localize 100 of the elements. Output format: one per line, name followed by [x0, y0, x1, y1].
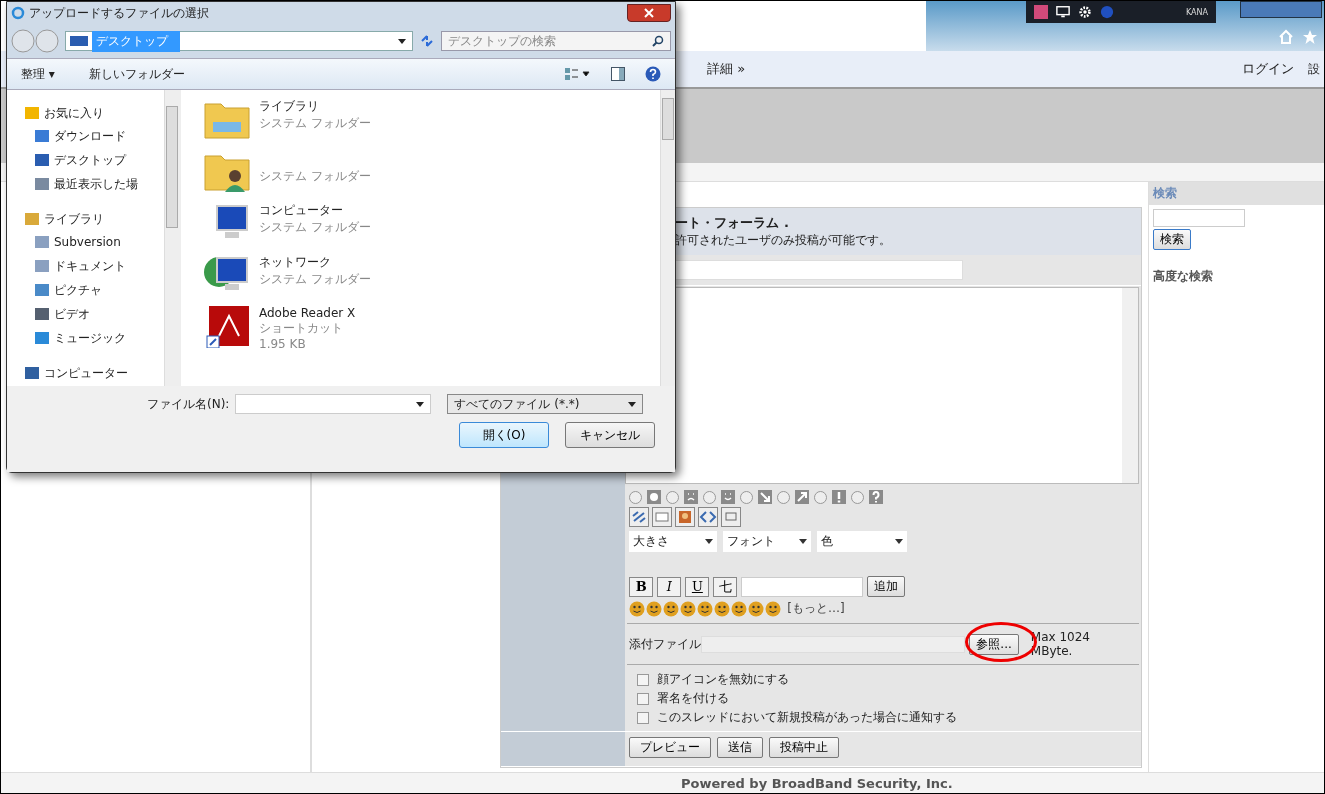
- window-controls[interactable]: [1240, 1, 1322, 18]
- plain-post-icon: [647, 490, 662, 504]
- smiley-icon[interactable]: [629, 600, 646, 617]
- smiley-icon[interactable]: [765, 600, 782, 617]
- format-button[interactable]: 七: [713, 576, 738, 597]
- advanced-search-link[interactable]: 高度な検索: [1153, 268, 1214, 285]
- smiley-icon[interactable]: [680, 600, 697, 617]
- nav-item[interactable]: ドキュメント: [25, 254, 164, 278]
- open-button[interactable]: 開く(O): [459, 422, 549, 448]
- nav-item[interactable]: Subversion: [25, 230, 164, 254]
- ime-mode-label[interactable]: KANA: [1185, 7, 1208, 17]
- file-name[interactable]: ライブラリ: [259, 98, 371, 115]
- smiley-icon[interactable]: [731, 600, 748, 617]
- file-name[interactable]: ネットワーク: [259, 254, 371, 271]
- checkbox[interactable]: [637, 673, 650, 686]
- help-icon[interactable]: [645, 66, 661, 82]
- form-button[interactable]: 送信: [717, 737, 764, 758]
- search-field[interactable]: [1153, 209, 1246, 227]
- nav-item[interactable]: ビデオ: [25, 302, 164, 326]
- option-label: 署名を付ける: [657, 690, 730, 707]
- file-detail: システム フォルダー: [259, 271, 371, 288]
- quote-button[interactable]: [721, 507, 742, 527]
- form-button[interactable]: プレビュー: [629, 737, 712, 758]
- nav-item[interactable]: ライブラリ: [25, 208, 164, 230]
- format-dropdown[interactable]: フォント: [723, 531, 812, 552]
- code-button[interactable]: [698, 507, 719, 527]
- favorites-star-icon[interactable]: [1302, 29, 1318, 45]
- home-icon[interactable]: [1278, 29, 1294, 45]
- format-button[interactable]: B: [629, 576, 654, 597]
- file-name-label: ファイル名(N):: [147, 395, 230, 413]
- nav-item[interactable]: お気に入り: [25, 102, 164, 124]
- file-name[interactable]: Adobe Reader X: [259, 306, 356, 320]
- attachment-label: 添付ファイル: [629, 635, 702, 653]
- picture-button[interactable]: [675, 507, 696, 527]
- close-icon: [644, 8, 654, 18]
- organize-menu[interactable]: 整理 ▾: [21, 65, 55, 83]
- file-detail: ショートカット: [259, 320, 344, 337]
- preview-pane-icon[interactable]: [611, 67, 625, 81]
- nav-item[interactable]: 最近表示した場: [25, 172, 164, 196]
- back-forward-icon[interactable]: [11, 29, 59, 53]
- nav-item[interactable]: コンピューター: [25, 362, 164, 384]
- smiley-icon[interactable]: [646, 600, 663, 617]
- settings-link[interactable]: 設: [1308, 60, 1320, 78]
- smiley-icon[interactable]: [697, 600, 714, 617]
- option-label: 顔アイコンを無効にする: [657, 671, 790, 688]
- view-options-icon[interactable]: [565, 67, 591, 81]
- scrollbar[interactable]: [164, 90, 179, 386]
- smiley-icon[interactable]: [714, 600, 731, 617]
- down-post-icon: [758, 490, 773, 504]
- file-name[interactable]: コンピューター: [259, 202, 371, 219]
- post-icon-radio[interactable]: [814, 490, 828, 504]
- cancel-button[interactable]: キャンセル: [565, 422, 655, 448]
- close-button[interactable]: [627, 4, 671, 22]
- up-post-icon: [795, 490, 810, 504]
- post-icon-radio[interactable]: [629, 490, 643, 504]
- file-name-field[interactable]: [235, 394, 432, 414]
- post-icon-radio[interactable]: [740, 490, 754, 504]
- nav-item[interactable]: ダウンロード: [25, 124, 164, 148]
- login-link[interactable]: ログイン: [1242, 60, 1294, 78]
- search-button[interactable]: 検索: [1153, 229, 1192, 250]
- search-field[interactable]: デスクトップの検索: [441, 31, 671, 51]
- more-smileys-link[interactable]: [もっと…]: [787, 600, 845, 617]
- post-icon-radio[interactable]: [666, 490, 680, 504]
- format-button[interactable]: U: [685, 576, 710, 597]
- browse-button[interactable]: 参照...: [969, 633, 1019, 655]
- link-button[interactable]: [629, 507, 650, 527]
- search-icon: [652, 35, 664, 47]
- pdf-shortcut-icon[interactable]: [203, 304, 251, 348]
- post-icon-radio[interactable]: [703, 490, 717, 504]
- file-detail: システム フォルダー: [259, 168, 371, 185]
- format-dropdown[interactable]: 大きさ: [629, 531, 718, 552]
- post-icon-radio[interactable]: [777, 490, 791, 504]
- add-button[interactable]: 追加: [867, 576, 906, 597]
- monitor-icon[interactable]: [1056, 5, 1070, 19]
- dialog-title: アップロードするファイルの選択: [29, 4, 209, 22]
- text-input[interactable]: [741, 576, 864, 597]
- nav-item[interactable]: ピクチャ: [25, 278, 164, 302]
- format-dropdown[interactable]: 色: [817, 531, 908, 552]
- forum-title: ート・フォーラム .: [675, 214, 790, 232]
- checkbox[interactable]: [637, 692, 650, 705]
- new-folder-button[interactable]: 新しいフォルダー: [88, 65, 185, 83]
- form-button[interactable]: 投稿中止: [769, 737, 840, 758]
- file-path-field[interactable]: [701, 635, 966, 653]
- nav-item[interactable]: ミュージック: [25, 326, 164, 350]
- image-button[interactable]: [652, 507, 673, 527]
- post-icon-radio[interactable]: [851, 490, 865, 504]
- scrollbar[interactable]: [660, 90, 675, 386]
- smiley-icon[interactable]: [748, 600, 765, 617]
- search-heading: 検索: [1149, 182, 1324, 205]
- question-post-icon: [869, 490, 884, 504]
- smiley-icon[interactable]: [663, 600, 680, 617]
- checkbox[interactable]: [637, 711, 650, 724]
- format-button[interactable]: I: [657, 576, 682, 597]
- file-type-dropdown[interactable]: すべてのファイル (*.*): [447, 394, 644, 414]
- smile-post-icon: [721, 490, 736, 504]
- sad-post-icon: [684, 490, 699, 504]
- settings-icon[interactable]: [1078, 5, 1092, 19]
- nav-item[interactable]: デスクトップ: [25, 148, 164, 172]
- refresh-icon[interactable]: [419, 33, 435, 49]
- more-menu[interactable]: 詳細 »: [707, 60, 746, 78]
